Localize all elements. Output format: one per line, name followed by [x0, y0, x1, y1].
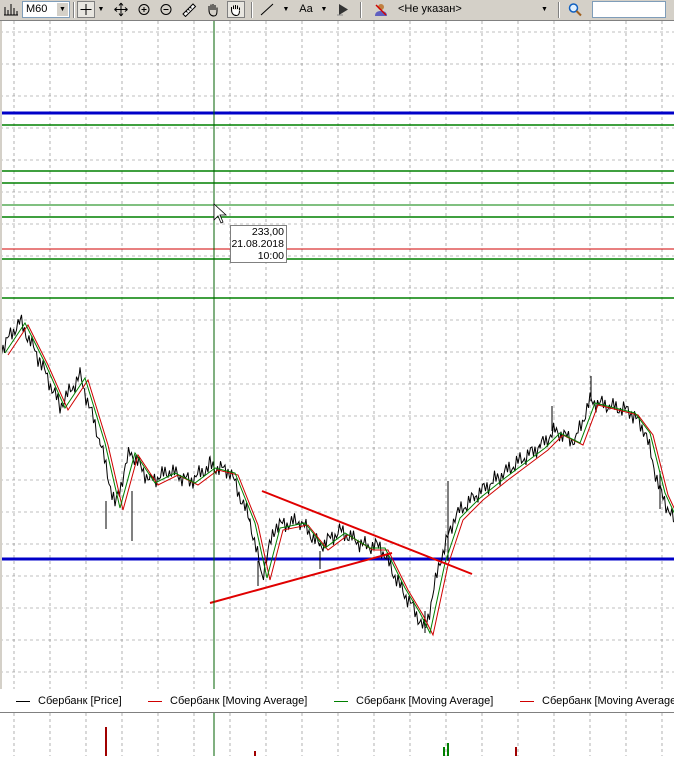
move-icon: [114, 2, 128, 17]
text-tool-menu-button[interactable]: ▼: [318, 1, 330, 18]
zoom-in-icon: [138, 4, 150, 15]
trendline-upper: [261, 490, 473, 575]
chart-legend: Сбербанк [Price] Сбербанк [Moving Averag…: [0, 692, 674, 712]
volume-chart: [13, 713, 663, 756]
bar-chart-icon: [4, 4, 18, 16]
chart-type-icon[interactable]: [2, 1, 20, 18]
legend-label: Сбербанк [Price]: [38, 695, 122, 707]
zoom-out-icon: [160, 4, 172, 15]
zoom-out-button[interactable]: [157, 1, 175, 18]
play-icon: [337, 4, 348, 16]
search-button[interactable]: [566, 1, 584, 18]
instrument-icon-button[interactable]: [372, 1, 390, 18]
crosshair-menu-button[interactable]: ▼: [95, 1, 107, 18]
grab-hand-icon: [231, 5, 240, 17]
legend-label: Сбербанк [Moving Average]: [542, 695, 674, 707]
ruler-icon: [182, 3, 197, 18]
legend-item[interactable]: Сбербанк [Moving Average]: [148, 695, 307, 707]
tooltip-date: 21.08.2018: [231, 238, 284, 250]
left-edge: [0, 21, 2, 689]
legend-swatch: [334, 700, 348, 702]
toolbar-separator: [73, 2, 75, 18]
mouse-cursor-icon: [213, 203, 228, 224]
tooltip-time: 10:00: [257, 250, 284, 262]
price-chart[interactable]: [0, 21, 674, 689]
tooltip-price: 233,00: [251, 226, 284, 238]
legend-swatch: [148, 700, 162, 702]
toolbar-separator: [360, 2, 362, 18]
toolbar-separator: [558, 2, 560, 18]
instrument-value: <Не указан>: [398, 3, 462, 15]
toolbar-separator: [251, 2, 253, 18]
legend-swatch: [520, 700, 534, 702]
timeframe-value: M60: [26, 3, 48, 15]
text-tool-button[interactable]: Aa: [296, 1, 316, 18]
zoom-in-button[interactable]: [135, 1, 153, 18]
play-button[interactable]: [334, 1, 352, 18]
volume-pane[interactable]: [0, 712, 674, 756]
grab-button[interactable]: [227, 1, 245, 18]
crosshair-tooltip: 233,00 21.08.2018 10:00: [230, 225, 287, 263]
crosshair-icon: [80, 4, 92, 15]
hand-button[interactable]: [204, 1, 222, 18]
price-line: [0, 314, 674, 629]
line-tool-icon: [260, 3, 274, 16]
user-tag-icon: [375, 4, 387, 16]
instrument-select[interactable]: <Не указан> ▼: [394, 1, 552, 18]
legend-item[interactable]: Сбербанк [Price]: [16, 695, 122, 707]
legend-label: Сбербанк [Moving Average]: [356, 695, 494, 707]
chevron-down-icon: ▼: [57, 3, 68, 16]
ruler-button[interactable]: [180, 1, 198, 18]
search-icon: [568, 3, 582, 17]
legend-label: Сбербанк [Moving Average]: [170, 695, 308, 707]
chart-toolbar: M60 ▼ ▼ ▼ Aa ▼ <Не указан> ▼: [0, 0, 674, 21]
search-input[interactable]: [592, 1, 666, 18]
crosshair-button[interactable]: [77, 1, 95, 18]
hand-icon: [208, 4, 218, 17]
draw-line-button[interactable]: [258, 1, 276, 18]
timeframe-select[interactable]: M60 ▼: [22, 1, 70, 18]
chevron-down-icon: ▼: [541, 6, 548, 13]
draw-line-menu-button[interactable]: ▼: [280, 1, 292, 18]
pan-button[interactable]: [112, 1, 130, 18]
legend-item[interactable]: Сбербанк [Moving Average]: [334, 695, 493, 707]
legend-swatch: [16, 700, 30, 702]
moving-average-line: [4, 322, 674, 635]
legend-item[interactable]: Сбербанк [Moving Average]: [520, 695, 674, 707]
